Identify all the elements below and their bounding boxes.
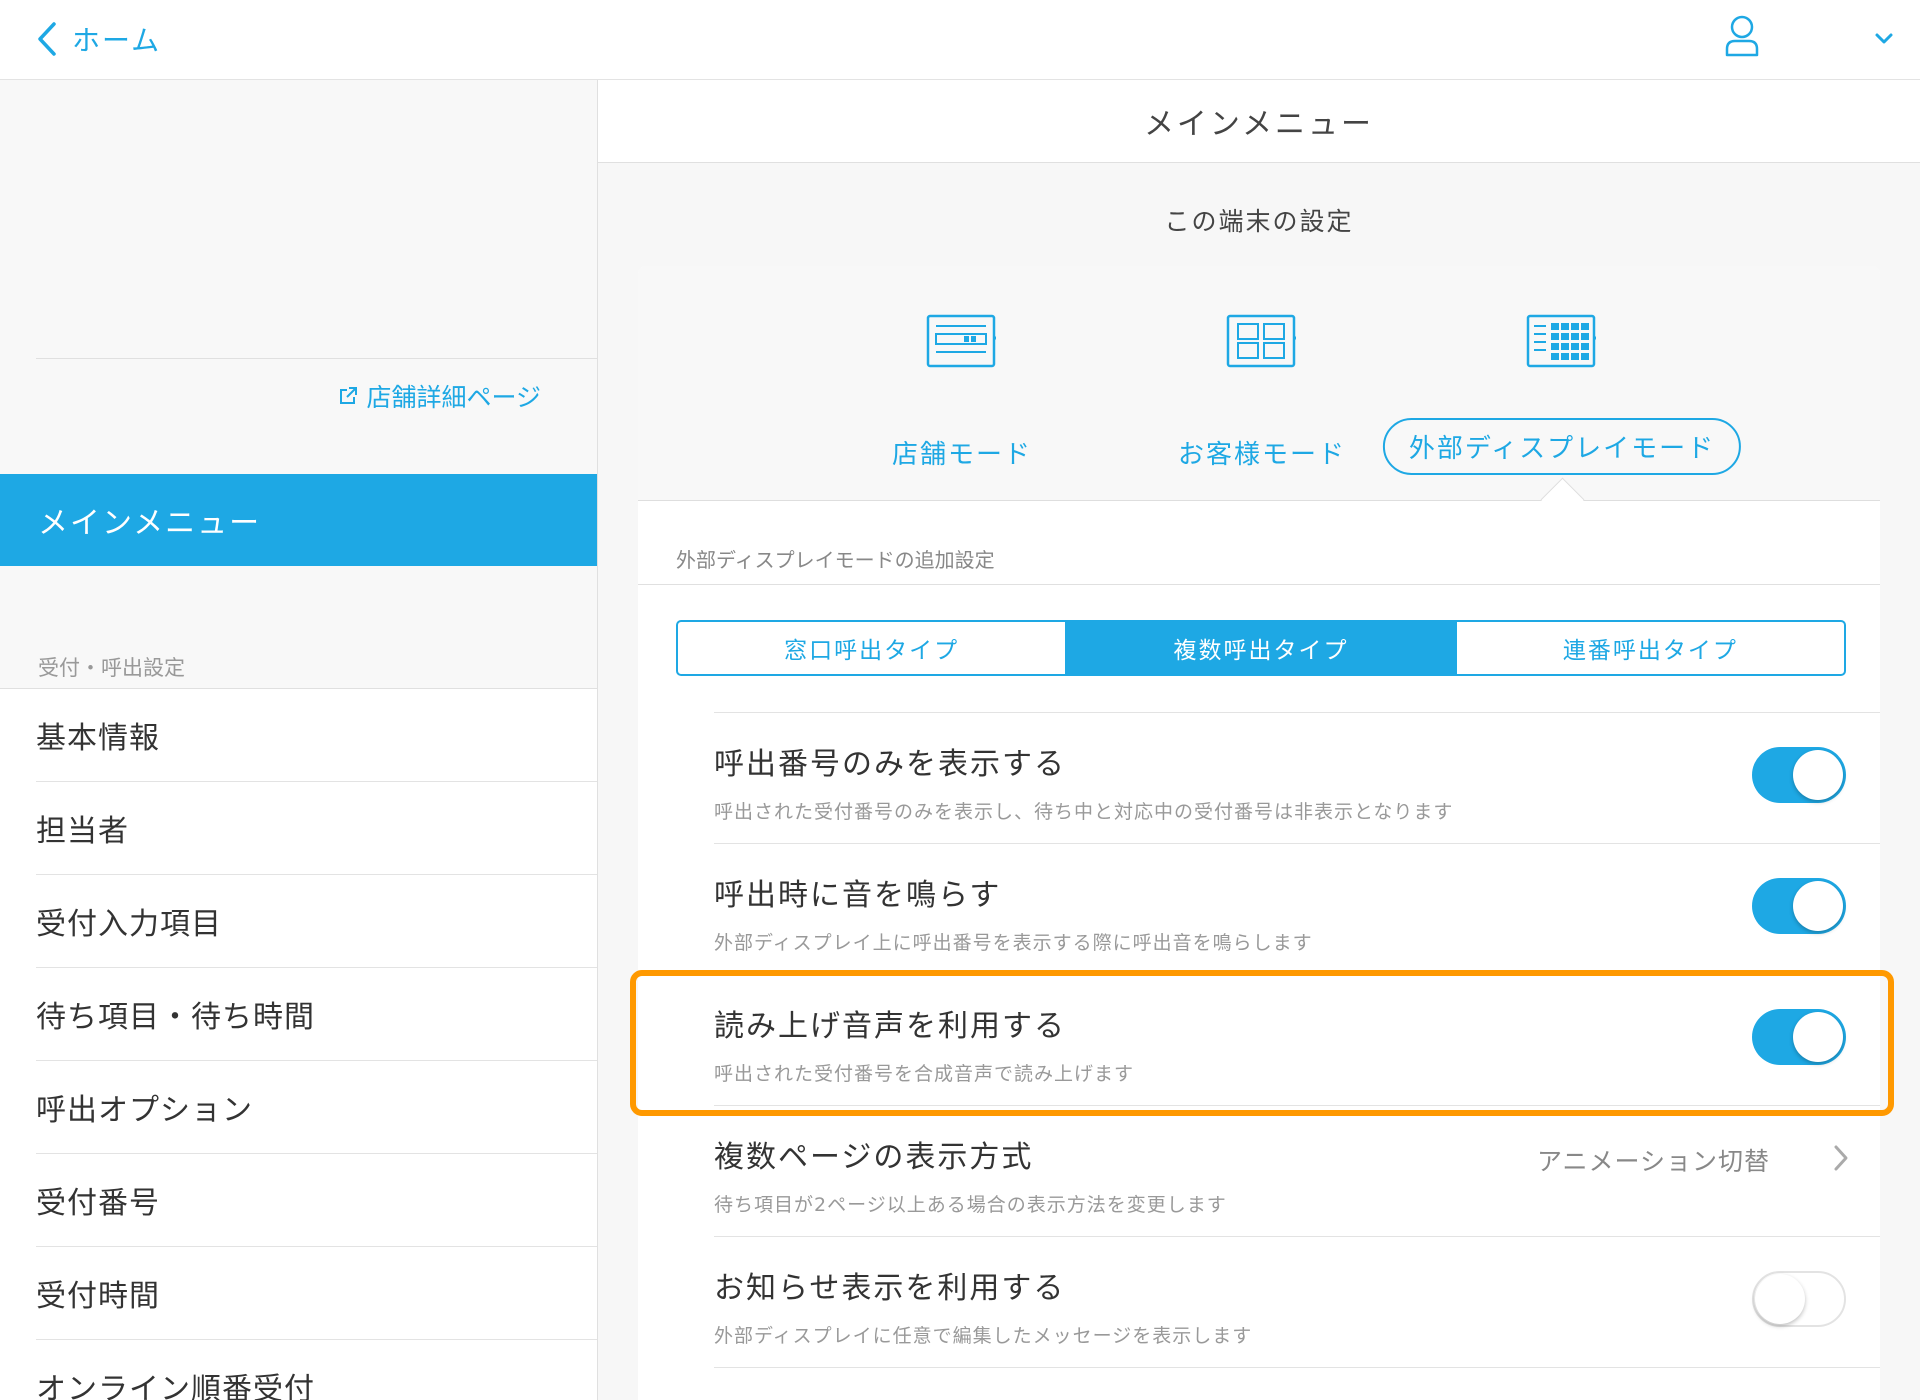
segment-multiple-call[interactable]: 複数呼出タイプ [1067, 622, 1457, 674]
sidebar-list: 基本情報 担当者 受付入力項目 待ち項目・待ち時間 呼出オプション 受付番号 受… [0, 688, 597, 1400]
mode-store[interactable]: 店舗モード [812, 314, 1112, 470]
toggle-knob [1793, 881, 1843, 931]
sidebar-item-staff[interactable]: 担当者 [36, 782, 597, 875]
settings-list: 呼出番号のみを表示する 呼出された受付番号のみを表示し、待ち中と対応中の受付番号… [714, 712, 1880, 1368]
setting-title: 呼出番号のみを表示する [714, 747, 1066, 782]
top-bar: ホーム [0, 0, 1920, 80]
back-button[interactable]: ホーム [36, 14, 161, 64]
setting-title: 読み上げ音声を利用する [714, 1009, 1066, 1044]
store-mode-icon [926, 314, 996, 368]
toggle-knob [1755, 1274, 1805, 1324]
external-link-icon [340, 387, 358, 404]
selection-pointer [1540, 477, 1585, 522]
setting-description: 呼出された受付番号を合成音声で読み上げます [714, 1063, 1135, 1085]
user-icon [1725, 15, 1759, 57]
mode-external-display[interactable]: 外部ディスプレイモード [1382, 314, 1742, 475]
back-label: ホーム [72, 24, 162, 57]
sidebar-item-basic-info[interactable]: 基本情報 [36, 689, 597, 782]
additional-settings-heading: 外部ディスプレイモードの追加設定 [676, 548, 995, 572]
sidebar-item-reception-number[interactable]: 受付番号 [36, 1154, 597, 1247]
sidebar-divider [36, 358, 597, 359]
setting-title: 呼出時に音を鳴らす [714, 878, 1002, 913]
sidebar-item-wait-items[interactable]: 待ち項目・待ち時間 [36, 968, 597, 1061]
settings-card: 店舗モード お客様モード 外部ディスプレイモード 外部ディスプレイモードの追加設… [638, 266, 1880, 1400]
chevron-left-icon [38, 22, 56, 56]
account-menu-button[interactable] [1870, 24, 1898, 52]
mode-store-label: 店舗モード [891, 440, 1033, 470]
call-type-segmented-control: 窓口呼出タイプ 複数呼出タイプ 連番呼出タイプ [676, 620, 1846, 676]
setting-description: 呼出された受付番号のみを表示し、待ち中と対応中の受付番号は非表示となります [714, 801, 1454, 823]
setting-description: 待ち項目が2ページ以上ある場合の表示方法を変更します [714, 1194, 1227, 1216]
user-button[interactable] [1724, 14, 1764, 64]
sidebar-item-online-queue[interactable]: オンライン順番受付 [36, 1340, 597, 1400]
setting-title: お知らせ表示を利用する [714, 1271, 1066, 1306]
setting-row-call-sound: 呼出時に音を鳴らす 外部ディスプレイ上に呼出番号を表示する際に呼出音を鳴らします [714, 844, 1880, 975]
setting-description: 外部ディスプレイ上に呼出番号を表示する際に呼出音を鳴らします [714, 932, 1313, 954]
sidebar-item-main-menu[interactable]: メインメニュー [0, 474, 597, 566]
device-settings-title: この端末の設定 [1164, 207, 1354, 236]
mode-customer-label: お客様モード [1177, 440, 1347, 470]
customer-mode-icon [1226, 314, 1296, 368]
store-detail-link-label: 店舗詳細ページ [366, 383, 541, 412]
section-label-reception: 受付・呼出設定 [38, 656, 185, 680]
chevron-right-icon[interactable] [1832, 1144, 1850, 1172]
toggle-knob [1793, 750, 1843, 800]
setting-value: アニメーション切替 [1536, 1147, 1770, 1176]
page-title: メインメニュー [598, 80, 1920, 163]
setting-title: 複数ページの表示方式 [714, 1140, 1034, 1175]
toggle-knob [1793, 1012, 1843, 1062]
chevron-down-icon [1875, 33, 1893, 44]
announcement-toggle[interactable] [1752, 1271, 1846, 1327]
setting-row-announcement: お知らせ表示を利用する 外部ディスプレイに任意で編集したメッセージを表示します [714, 1237, 1880, 1368]
sidebar: 店舗詳細ページ メインメニュー 受付・呼出設定 基本情報 担当者 受付入力項目 … [0, 80, 598, 1400]
setting-row-voice-readout: 読み上げ音声を利用する 呼出された受付番号を合成音声で読み上げます [714, 975, 1880, 1106]
mode-customer[interactable]: お客様モード [1112, 314, 1412, 470]
setting-description: 外部ディスプレイに任意で編集したメッセージを表示します [714, 1325, 1253, 1347]
mode-external-display-label: 外部ディスプレイモード [1382, 418, 1742, 475]
setting-row-call-number-only: 呼出番号のみを表示する 呼出された受付番号のみを表示し、待ち中と対応中の受付番号… [714, 713, 1880, 844]
external-display-mode-icon [1526, 314, 1596, 368]
segment-sequential-call[interactable]: 連番呼出タイプ [1457, 622, 1844, 674]
call-sound-toggle[interactable] [1752, 878, 1846, 934]
sidebar-item-reception-fields[interactable]: 受付入力項目 [36, 875, 597, 968]
segment-window-call[interactable]: 窓口呼出タイプ [678, 622, 1068, 674]
mode-selector: 店舗モード お客様モード 外部ディスプレイモード [638, 266, 1880, 522]
sidebar-item-call-options[interactable]: 呼出オプション [36, 1061, 597, 1154]
store-detail-link[interactable]: 店舗詳細ページ [338, 378, 541, 414]
call-number-only-toggle[interactable] [1752, 747, 1846, 803]
setting-row-multi-page-display[interactable]: 複数ページの表示方式 待ち項目が2ページ以上ある場合の表示方法を変更します アニ… [714, 1106, 1880, 1237]
sub-heading-divider [638, 584, 1880, 585]
main-panel: メインメニュー この端末の設定 店舗モード お客様モード 外部ディスプレイモード… [598, 80, 1920, 1400]
voice-readout-toggle[interactable] [1752, 1009, 1846, 1065]
sidebar-item-reception-hours[interactable]: 受付時間 [36, 1247, 597, 1340]
